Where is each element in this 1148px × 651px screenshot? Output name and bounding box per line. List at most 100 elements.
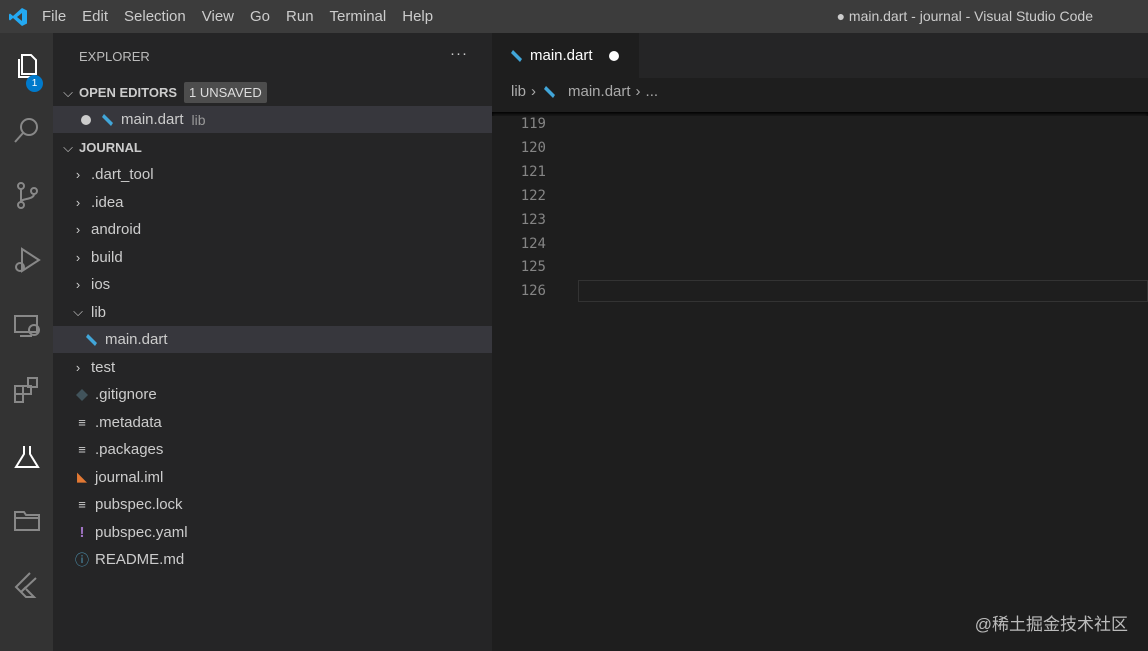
- explorer-icon[interactable]: 1: [0, 41, 53, 92]
- chevron-right-icon: ›: [75, 222, 81, 237]
- run-debug-icon[interactable]: [0, 235, 53, 285]
- breadcrumb: lib › main.dart › ...: [511, 83, 658, 100]
- vscode-logo-icon: [2, 0, 34, 33]
- tree-item[interactable]: .gitignore: [53, 381, 492, 408]
- unsaved-dot-icon[interactable]: [608, 50, 619, 61]
- dart-file-icon: [508, 49, 526, 63]
- dart-file-icon: [541, 85, 559, 99]
- chevron-right-icon: ›: [75, 167, 81, 182]
- tree-item[interactable]: main.dart: [53, 326, 492, 353]
- menu-selection[interactable]: Selection: [116, 8, 194, 25]
- tab-bar: main.dart: [492, 33, 1148, 78]
- flutter-icon[interactable]: [0, 560, 53, 610]
- menu-bar: File Edit Selection View Go Run Terminal Help: [34, 8, 441, 25]
- chevron-right-icon: ›: [75, 277, 81, 292]
- chevron-right-icon: ›: [531, 83, 537, 100]
- sidebar-title: EXPLORER: [79, 49, 150, 64]
- unsaved-dot-icon: [81, 114, 91, 125]
- scroll-shadow: [492, 112, 1148, 116]
- line-number: 119: [520, 116, 546, 132]
- editor-area: main.dart lib › main.dart › ... 119 120 121 1…: [492, 33, 1148, 651]
- tree-item-label: lib: [91, 303, 107, 321]
- git-file-icon: [73, 388, 91, 401]
- menu-edit[interactable]: Edit: [74, 8, 116, 25]
- yaml-file-icon: !: [79, 523, 85, 541]
- watermark: @稀土掘金技术社区: [974, 615, 1128, 634]
- window-title: ● main.dart - journal - Visual Studio Co…: [836, 8, 1093, 24]
- journal-root-header[interactable]: ⌵ JOURNAL: [53, 134, 492, 161]
- tree-item[interactable]: › build: [53, 244, 492, 271]
- tree-item[interactable]: ≡ .packages: [53, 436, 492, 463]
- tree-item-label: .gitignore: [95, 386, 157, 403]
- chevron-down-icon: ⌵: [73, 304, 83, 319]
- remote-explorer-icon[interactable]: [0, 300, 53, 350]
- line-number: 122: [520, 187, 546, 204]
- folder-icon[interactable]: [0, 495, 53, 545]
- tree-item[interactable]: › ios: [53, 271, 492, 298]
- text-file-icon: ≡: [78, 497, 86, 512]
- tree-item-label: .packages: [95, 441, 164, 458]
- source-control-icon[interactable]: [0, 170, 53, 220]
- line-number: 125: [520, 259, 546, 276]
- tree-item-label: android: [91, 221, 142, 238]
- text-file-icon: ≡: [78, 442, 86, 457]
- menu-view[interactable]: View: [194, 8, 242, 25]
- chevron-right-icon: ›: [75, 249, 81, 265]
- activity-bar: 1: [0, 33, 53, 651]
- tree-item[interactable]: ≡ .metadata: [53, 409, 492, 436]
- tab-main-dart[interactable]: main.dart: [492, 33, 639, 78]
- info-file-icon: ⓘ: [75, 551, 89, 568]
- menu-go[interactable]: Go: [242, 8, 278, 25]
- tree-item[interactable]: › test: [53, 354, 492, 381]
- tree-item-label: test: [91, 358, 116, 376]
- tree-item-label: .metadata: [95, 413, 162, 431]
- tree-item[interactable]: ≡ pubspec.lock: [53, 491, 492, 518]
- more-actions-button[interactable]: ···: [450, 45, 468, 62]
- tree-item[interactable]: › .idea: [53, 189, 492, 216]
- menu-file[interactable]: File: [34, 8, 74, 25]
- tree-item[interactable]: ! pubspec.yaml: [53, 519, 492, 546]
- chevron-down-icon: ⌵: [63, 84, 73, 100]
- menu-run[interactable]: Run: [278, 8, 322, 25]
- breadcrumb-symbol[interactable]: ...: [646, 83, 659, 100]
- breadcrumb-lib[interactable]: lib: [511, 83, 526, 100]
- tree-item-label: pubspec.lock: [95, 496, 183, 513]
- tree-item-label: README.md: [95, 551, 185, 568]
- tree-item-label: pubspec.yaml: [95, 523, 188, 541]
- tree-item[interactable]: ⌵ lib: [53, 299, 492, 326]
- open-editors-header[interactable]: ⌵ OPEN EDITORS 1 UNSAVED: [53, 79, 492, 106]
- text-file-icon: ≡: [78, 414, 86, 430]
- breadcrumb-file[interactable]: main.dart: [568, 83, 631, 100]
- extensions-icon[interactable]: [0, 365, 53, 415]
- current-line-highlight[interactable]: [578, 280, 1148, 302]
- rss-file-icon: ◣: [77, 469, 87, 484]
- tree-item[interactable]: ⓘ README.md: [53, 546, 492, 573]
- tree-item[interactable]: ◣ journal.iml: [53, 464, 492, 491]
- dart-file-icon: [83, 333, 101, 347]
- tree-item[interactable]: › .dart_tool: [53, 161, 492, 188]
- chevron-right-icon: ›: [75, 194, 81, 210]
- line-number: 126: [520, 283, 546, 300]
- chevron-right-icon: ›: [635, 83, 641, 100]
- chevron-right-icon: ›: [75, 359, 81, 375]
- line-number: 121: [520, 163, 546, 180]
- tree-item-label: .idea: [91, 193, 124, 211]
- menu-help[interactable]: Help: [394, 8, 441, 25]
- tree-item-label: journal.iml: [95, 468, 164, 486]
- search-icon[interactable]: [0, 105, 53, 155]
- chevron-down-icon: ⌵: [63, 139, 73, 155]
- line-number: 120: [520, 139, 546, 156]
- open-editor-item[interactable]: main.dart lib: [53, 106, 492, 133]
- dart-file-icon: [99, 113, 117, 127]
- tree-item-label: build: [91, 248, 123, 266]
- menu-terminal[interactable]: Terminal: [322, 8, 395, 25]
- title-bar: File Edit Selection View Go Run Terminal Help ●…: [0, 0, 1148, 33]
- tree-item[interactable]: › android: [53, 216, 492, 243]
- tree-item-label: main.dart: [105, 331, 168, 348]
- explorer-badge: 1: [26, 75, 43, 92]
- tree-item-label: .dart_tool: [91, 166, 154, 183]
- testing-icon[interactable]: [0, 430, 53, 480]
- line-number: 124: [520, 235, 546, 252]
- explorer-sidebar: EXPLORER ··· ⌵ OPEN EDITORS 1 UNSAVED main…: [53, 33, 492, 651]
- tree-item-label: ios: [91, 276, 111, 293]
